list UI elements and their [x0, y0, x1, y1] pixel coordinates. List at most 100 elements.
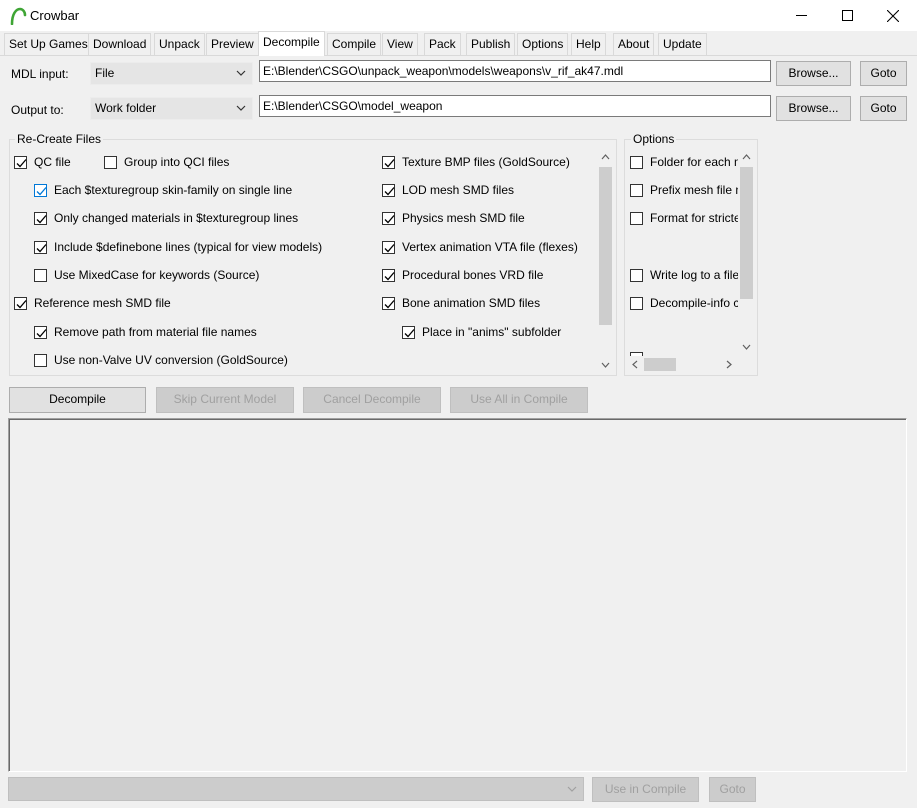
include-definebone-checkbox[interactable]: Include $definebone lines (typical for v… — [34, 239, 322, 255]
format-for-stricter-checkbox[interactable]: Format for stricte — [630, 210, 738, 226]
physics-mesh-smd-label: Physics mesh SMD file — [402, 211, 525, 225]
output-to-mode-select[interactable]: Work folder — [90, 97, 253, 120]
remove-material-path-label: Remove path from material file names — [54, 325, 257, 339]
chevron-down-icon — [742, 344, 751, 350]
write-log-checkbox[interactable]: Write log to a file — [630, 267, 738, 283]
output-to-mode-value: Work folder — [95, 101, 157, 115]
check-icon — [36, 186, 47, 195]
maximize-button[interactable] — [824, 0, 870, 31]
check-icon — [36, 243, 47, 252]
mdl-input-mode-select[interactable]: File — [90, 62, 253, 85]
mdl-input-path-field[interactable]: E:\Blender\CSGO\unpack_weapon\models\wea… — [259, 60, 771, 82]
decompile-button[interactable]: Decompile — [9, 387, 146, 413]
options-title: Options — [631, 132, 677, 146]
include-definebone-label: Include $definebone lines (typical for v… — [54, 240, 323, 254]
output-to-browse-button[interactable]: Browse... — [776, 96, 851, 121]
decompile-info-checkbox[interactable]: Decompile-info c — [630, 295, 738, 311]
anims-subfolder-checkbox[interactable]: Place in "anims" subfolder — [402, 324, 561, 340]
remove-material-path-checkbox[interactable]: Remove path from material file names — [34, 324, 257, 340]
check-icon — [36, 328, 47, 337]
scrollbar-thumb[interactable] — [740, 167, 753, 299]
qc-file-label: QC file — [34, 155, 71, 169]
output-to-path-field[interactable]: E:\Blender\CSGO\model_weapon — [259, 95, 771, 117]
check-icon — [384, 186, 395, 195]
checkbox-box — [382, 296, 395, 310]
options-horizontal-scrollbar[interactable] — [627, 356, 738, 373]
tab-options[interactable]: Options — [517, 33, 569, 55]
checkbox-box — [382, 240, 395, 254]
mdl-input-browse-button[interactable]: Browse... — [776, 61, 851, 86]
output-files-select[interactable] — [8, 777, 584, 801]
tab-set-up-games[interactable]: Set Up Games — [4, 33, 93, 55]
group-into-qci-checkbox[interactable]: Group into QCI files — [104, 154, 229, 170]
tab-publish[interactable]: Publish — [466, 33, 516, 55]
reference-mesh-smd-checkbox[interactable]: Reference mesh SMD file — [14, 295, 171, 311]
vertex-animation-vta-checkbox[interactable]: Vertex animation VTA file (flexes) — [382, 239, 578, 255]
lod-mesh-smd-checkbox[interactable]: LOD mesh SMD files — [382, 182, 514, 198]
check-icon — [384, 299, 395, 308]
close-button[interactable] — [870, 0, 916, 31]
scrollbar-thumb[interactable] — [599, 167, 612, 325]
non-valve-uv-checkbox[interactable]: Use non-Valve UV conversion (GoldSource) — [34, 352, 288, 368]
only-changed-materials-label: Only changed materials in $texturegroup … — [54, 211, 299, 225]
texturegroup-single-line-checkbox[interactable]: Each $texturegroup skin-family on single… — [34, 182, 292, 198]
prefix-mesh-file-checkbox[interactable]: Prefix mesh file n — [630, 182, 738, 198]
lod-mesh-smd-label: LOD mesh SMD files — [402, 183, 515, 197]
checkbox-box — [34, 240, 47, 254]
mixedcase-keywords-checkbox[interactable]: Use MixedCase for keywords (Source) — [34, 267, 259, 283]
tab-decompile[interactable]: Decompile — [258, 31, 325, 56]
chevron-down-icon — [601, 362, 610, 368]
tab-unpack[interactable]: Unpack — [154, 33, 205, 55]
log-textbox[interactable] — [8, 418, 907, 772]
format-for-stricter-label: Format for stricte — [650, 211, 738, 225]
checkbox-box — [34, 183, 47, 197]
tab-update[interactable]: Update — [658, 33, 707, 55]
tab-pack[interactable]: Pack — [424, 33, 461, 55]
texture-bmp-label: Texture BMP files (GoldSource) — [402, 155, 570, 169]
bone-animation-smd-checkbox[interactable]: Bone animation SMD files — [382, 295, 540, 311]
checkbox-box — [382, 155, 395, 169]
options-vertical-scrollbar[interactable] — [738, 150, 755, 356]
mdl-input-label: MDL input: — [11, 67, 69, 81]
procedural-bones-vrd-checkbox[interactable]: Procedural bones VRD file — [382, 267, 543, 283]
tab-view[interactable]: View — [382, 33, 418, 55]
physics-mesh-smd-checkbox[interactable]: Physics mesh SMD file — [382, 210, 525, 226]
close-icon — [887, 9, 899, 22]
use-in-compile-button[interactable]: Use in Compile — [592, 777, 699, 802]
tab-help[interactable]: Help — [571, 33, 606, 55]
procedural-bones-vrd-label: Procedural bones VRD file — [402, 268, 544, 282]
checkbox-box — [104, 155, 117, 169]
chevron-up-icon — [601, 154, 610, 160]
checkbox-box — [14, 296, 27, 310]
options-viewport: Folder for each m Prefix mesh file n For… — [627, 150, 738, 356]
group-into-qci-label: Group into QCI files — [124, 155, 230, 169]
use-all-in-compile-button[interactable]: Use All in Compile — [450, 387, 588, 413]
check-icon — [384, 214, 395, 223]
mdl-input-goto-button[interactable]: Goto — [860, 61, 907, 86]
mixedcase-keywords-label: Use MixedCase for keywords (Source) — [54, 268, 260, 282]
tab-preview[interactable]: Preview — [206, 33, 259, 55]
qc-file-checkbox[interactable]: QC file — [14, 154, 71, 170]
checkbox-box — [14, 155, 27, 169]
checkbox-box — [402, 325, 415, 339]
recreate-scrollbar[interactable] — [597, 150, 614, 373]
prefix-mesh-file-label: Prefix mesh file n — [650, 183, 738, 197]
chevron-down-icon — [567, 786, 577, 792]
check-icon — [384, 243, 395, 252]
chevron-down-icon — [236, 105, 246, 111]
skip-current-model-button[interactable]: Skip Current Model — [156, 387, 294, 413]
tab-download[interactable]: Download — [88, 33, 152, 55]
scrollbar-thumb[interactable] — [644, 358, 676, 371]
checkbox-box — [382, 211, 395, 225]
only-changed-materials-checkbox[interactable]: Only changed materials in $texturegroup … — [34, 210, 298, 226]
bottom-goto-button[interactable]: Goto — [709, 777, 756, 802]
output-to-goto-button[interactable]: Goto — [860, 96, 907, 121]
tab-about[interactable]: About — [613, 33, 655, 55]
tab-compile[interactable]: Compile — [327, 33, 382, 55]
decompile-info-label: Decompile-info c — [650, 296, 738, 310]
minimize-button[interactable] — [778, 0, 824, 31]
folder-for-each-model-label: Folder for each m — [650, 155, 738, 169]
cancel-decompile-button[interactable]: Cancel Decompile — [303, 387, 441, 413]
texture-bmp-checkbox[interactable]: Texture BMP files (GoldSource) — [382, 154, 570, 170]
folder-for-each-model-checkbox[interactable]: Folder for each m — [630, 154, 738, 170]
